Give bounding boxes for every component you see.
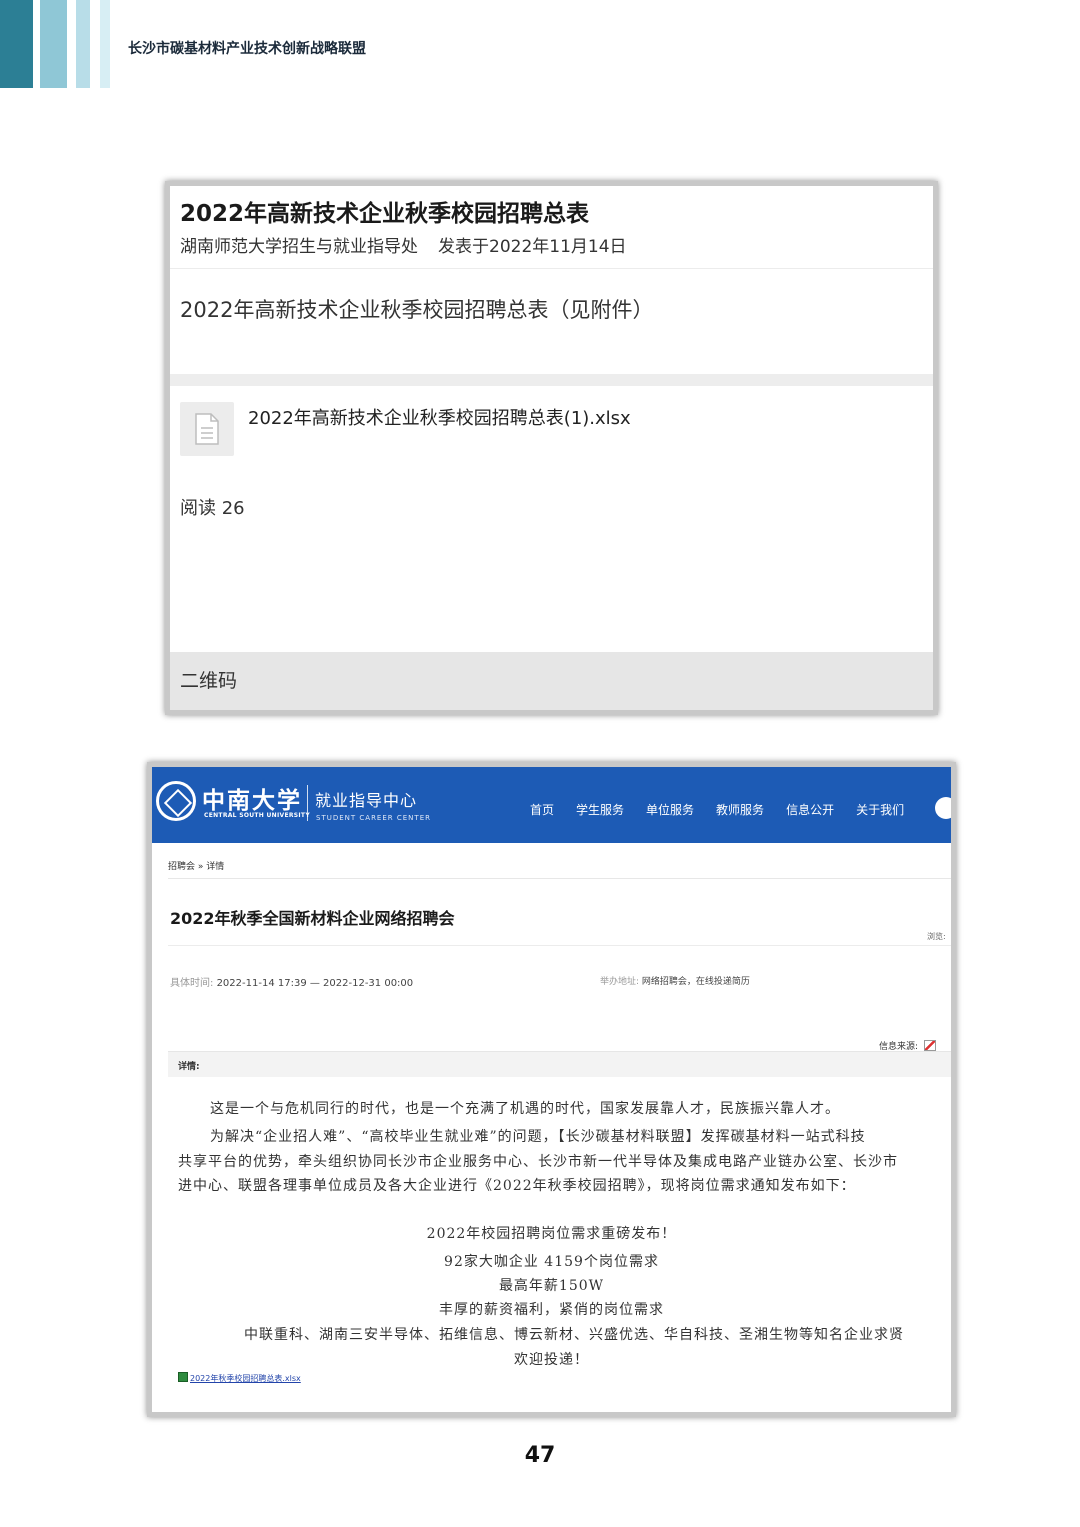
article-meta: 湖南师范大学招生与就业指导处 发表于2022年11月14日	[180, 232, 627, 257]
header-stripe-3	[76, 0, 90, 88]
event-address-label: 举办地址:	[600, 977, 640, 987]
paragraph-2-line-3: 进中心、联盟各理事单位成员及各大企业进行《2022年秋季校园招聘》，现将岗位需求…	[178, 1178, 856, 1194]
nav-about-us[interactable]: 关于我们	[856, 801, 904, 818]
divider	[168, 878, 951, 879]
search-button[interactable]	[935, 797, 951, 819]
qr-code-label: 二维码	[180, 670, 238, 692]
screenshot-central-south-university: 中南大学 CENTRAL SOUTH UNIVERSITY 就业指导中心 STU…	[147, 762, 956, 1417]
article-body: 2022年高新技术企业秋季校园招聘总表（见附件）	[180, 298, 654, 322]
paragraph-1: 这是一个与危机同行的时代，也是一个充满了机遇的时代，国家发展靠人才，民族振兴靠人…	[210, 1101, 840, 1117]
header-title: 长沙市碳基材料产业技术创新战略联盟	[128, 41, 366, 57]
school-name: 中南大学	[202, 787, 302, 814]
nav-teacher-services[interactable]: 教师服务	[716, 801, 764, 818]
event-address: 举办地址: 网络招聘会，在线投递简历	[600, 974, 750, 987]
nav-info-disclosure[interactable]: 信息公开	[786, 801, 834, 818]
detail-section-bar: 详情:	[168, 1051, 951, 1077]
logo-separator	[307, 785, 308, 821]
event-address-value: 网络招聘会，在线投递简历	[641, 977, 750, 987]
nav-student-services[interactable]: 学生服务	[576, 801, 624, 818]
attachment-name: 2022年秋季校园招聘总表.xlsx	[190, 1374, 301, 1383]
article-publisher: 湖南师范大学招生与就业指导处	[180, 237, 418, 257]
detail-label: 详情:	[178, 1062, 200, 1072]
divider	[168, 945, 951, 946]
highlight-line-2: 92家大咖企业 4159个岗位需求	[444, 1254, 659, 1270]
attachment-link[interactable]: 2022年高新技术企业秋季校园招聘总表(1).xlsx	[248, 404, 631, 430]
excel-file-icon	[178, 1372, 188, 1382]
nav-menu: 首页 学生服务 单位服务 教师服务 信息公开 关于我们	[530, 801, 926, 818]
page-number: 47	[524, 1443, 556, 1468]
source-image-icon	[924, 1040, 937, 1051]
read-count: 阅读 26	[180, 498, 245, 519]
article-date: 发表于2022年11月14日	[438, 237, 627, 257]
header-stripe-2	[40, 0, 67, 88]
center-name: 就业指导中心	[315, 791, 418, 810]
header-stripe-1	[0, 0, 33, 88]
attachment-link[interactable]: 2022年秋季校园招聘总表.xlsx	[178, 1372, 301, 1384]
qr-code-bar[interactable]: 二维码	[170, 652, 933, 710]
paragraph-2-line-1: 为解决“企业招人难”、“高校毕业生就业难”的问题，【长沙碳基材料联盟】发挥碳基材…	[210, 1129, 866, 1145]
highlight-line-1: 2022年校园招聘岗位需求重磅发布！	[426, 1226, 677, 1242]
school-name-en: CENTRAL SOUTH UNIVERSITY	[204, 812, 310, 819]
header-stripe-4	[100, 0, 110, 88]
article-title: 2022年高新技术企业秋季校园招聘总表	[180, 201, 590, 227]
highlight-line-3: 最高年薪150W	[498, 1278, 605, 1294]
highlight-line-5: 中联重科、湖南三安半导体、拓维信息、博云新材、兴盛优选、华自科技、圣湘生物等知名…	[244, 1327, 904, 1343]
screenshot-hunan-normal-university: 2022年高新技术企业秋季校园招聘总表 湖南师范大学招生与就业指导处 发表于202…	[165, 181, 938, 715]
view-count: 浏览:	[927, 932, 946, 941]
university-logo-icon[interactable]	[156, 781, 196, 821]
event-time-label: 具体时间:	[170, 978, 214, 989]
highlight-line-6: 欢迎投递！	[514, 1352, 589, 1368]
section-band	[170, 374, 933, 386]
event-time-value: 2022-11-14 17:39 — 2022-12-31 00:00	[216, 978, 414, 989]
breadcrumb[interactable]: 招聘会 » 详情	[168, 859, 224, 872]
document-icon[interactable]	[180, 402, 234, 456]
site-navbar: 中南大学 CENTRAL SOUTH UNIVERSITY 就业指导中心 STU…	[152, 767, 951, 843]
nav-employer-services[interactable]: 单位服务	[646, 801, 694, 818]
center-name-en: STUDENT CAREER CENTER	[316, 814, 431, 822]
event-time: 具体时间: 2022-11-14 17:39 — 2022-12-31 00:0…	[170, 974, 413, 989]
paragraph-2-line-2: 共享平台的优势，牵头组织协同长沙市企业服务中心、长沙市新一代半导体及集成电路产业…	[178, 1154, 898, 1170]
nav-home[interactable]: 首页	[530, 801, 554, 818]
event-title: 2022年秋季全国新材料企业网络招聘会	[170, 909, 455, 928]
divider	[170, 268, 933, 269]
highlight-line-4: 丰厚的薪资福利，紧俏的岗位需求	[439, 1302, 664, 1318]
